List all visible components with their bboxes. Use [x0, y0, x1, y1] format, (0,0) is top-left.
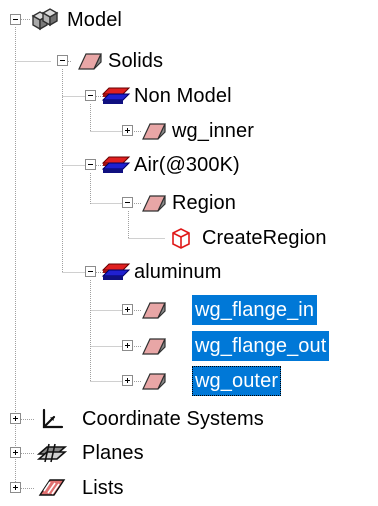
tree-node-wg-inner[interactable]: wg_inner	[0, 114, 378, 148]
solid-block-icon	[138, 333, 168, 359]
tree-node-air[interactable]: Air(@300K)	[0, 148, 378, 182]
create-region-icon	[167, 225, 195, 251]
tree-node-label: Region	[172, 192, 236, 214]
material-stack-icon	[101, 152, 131, 178]
solid-block-icon	[138, 118, 168, 144]
coordinate-axes-icon	[36, 406, 68, 432]
expand-toggle[interactable]	[122, 375, 133, 386]
tree-node-label: Non Model	[134, 85, 232, 107]
tree-node-label: Solids	[108, 50, 164, 72]
collapse-toggle[interactable]	[10, 14, 21, 25]
solid-block-icon	[138, 297, 168, 323]
collapse-toggle[interactable]	[85, 90, 96, 101]
tree-node-label: wg_inner	[172, 120, 254, 142]
expand-toggle[interactable]	[122, 340, 133, 351]
tree-node-label: Lists	[82, 477, 124, 499]
tree-node-label-selected: wg_flange_in	[192, 295, 318, 325]
tree-node-label-focused: wg_outer	[192, 366, 282, 396]
material-stack-icon	[101, 259, 131, 285]
solid-block-icon	[74, 48, 104, 74]
tree-node-label: Model	[67, 9, 122, 31]
tree-node-model[interactable]: Model	[0, 3, 378, 37]
solid-block-icon	[138, 190, 168, 216]
expand-toggle[interactable]	[10, 447, 21, 458]
tree-node-label: CreateRegion	[202, 227, 327, 249]
tree-node-region[interactable]: Region	[0, 186, 378, 220]
expand-toggle[interactable]	[10, 413, 21, 424]
tree-node-label: Coordinate Systems	[82, 408, 264, 430]
tree-node-coordinate-systems[interactable]: Coordinate Systems	[0, 402, 378, 436]
expand-toggle[interactable]	[10, 482, 21, 493]
lists-icon	[36, 475, 68, 501]
model-tree: Model Solids Non Model wg_inner Air(@300…	[0, 0, 378, 501]
collapse-toggle[interactable]	[85, 266, 96, 277]
tree-node-non-model[interactable]: Non Model	[0, 79, 378, 113]
expand-toggle[interactable]	[122, 304, 133, 315]
tree-node-create-region[interactable]: CreateRegion	[0, 221, 378, 255]
collapse-toggle[interactable]	[85, 159, 96, 170]
tree-node-label: aluminum	[134, 261, 222, 283]
tree-node-aluminum[interactable]: aluminum	[0, 255, 378, 289]
tree-node-wg-flange-out[interactable]: wg_flange_out	[0, 329, 378, 363]
collapse-toggle[interactable]	[122, 197, 133, 208]
tree-node-lists[interactable]: Lists	[0, 471, 378, 505]
model-icon	[30, 7, 60, 33]
tree-node-label: Planes	[82, 442, 144, 464]
tree-node-label-selected: wg_flange_out	[192, 331, 330, 361]
expand-toggle[interactable]	[122, 125, 133, 136]
collapse-toggle[interactable]	[57, 55, 68, 66]
planes-icon	[36, 440, 68, 466]
tree-node-solids[interactable]: Solids	[0, 44, 378, 78]
solid-block-icon	[138, 368, 168, 394]
tree-node-wg-outer[interactable]: wg_outer	[0, 364, 378, 398]
material-stack-icon	[101, 83, 131, 109]
tree-node-wg-flange-in[interactable]: wg_flange_in	[0, 293, 378, 327]
tree-node-label: Air(@300K)	[134, 154, 240, 176]
tree-node-planes[interactable]: Planes	[0, 436, 378, 470]
